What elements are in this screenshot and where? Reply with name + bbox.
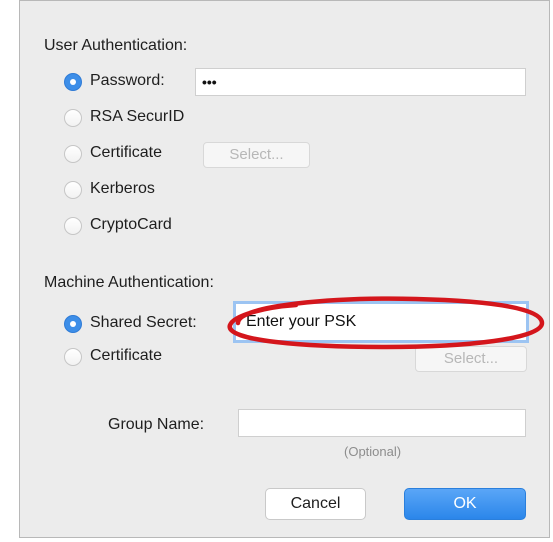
- certificate-machine-label: Certificate: [90, 347, 163, 364]
- machine-authentication-heading: Machine Authentication:: [44, 274, 214, 291]
- shared-secret-label: Shared Secret:: [90, 314, 197, 331]
- kerberos-label: Kerberos: [90, 180, 155, 197]
- user-authentication-heading: User Authentication:: [44, 37, 188, 54]
- machine-certificate-select-button[interactable]: Select...: [415, 346, 527, 372]
- shared-secret-text: Enter your PSK: [246, 313, 357, 330]
- radio-shared-secret[interactable]: [64, 315, 82, 333]
- radio-password[interactable]: [64, 73, 82, 91]
- radio-rsa-securid[interactable]: [64, 109, 82, 127]
- user-certificate-select-button[interactable]: Select...: [203, 142, 310, 168]
- ok-button[interactable]: OK: [404, 488, 526, 520]
- password-label: Password:: [90, 72, 165, 89]
- cancel-button[interactable]: Cancel: [265, 488, 366, 520]
- password-field[interactable]: •••: [195, 68, 526, 96]
- certificate-user-label: Certificate: [90, 144, 163, 161]
- password-value: •••: [202, 74, 217, 90]
- group-name-field[interactable]: [238, 409, 526, 437]
- rsa-securid-label: RSA SecurID: [90, 108, 185, 125]
- cryptocard-label: CryptoCard: [90, 216, 172, 233]
- group-name-label: Group Name:: [108, 416, 205, 433]
- radio-certificate-machine[interactable]: [64, 348, 82, 366]
- shared-secret-field[interactable]: Enter your PSK: [233, 301, 529, 343]
- radio-cryptocard[interactable]: [64, 217, 82, 235]
- group-name-optional-hint: (Optional): [344, 444, 402, 459]
- vpn-authentication-dialog: User Authentication: Password: ••• RSA S…: [19, 0, 550, 538]
- radio-certificate-user[interactable]: [64, 145, 82, 163]
- radio-kerberos[interactable]: [64, 181, 82, 199]
